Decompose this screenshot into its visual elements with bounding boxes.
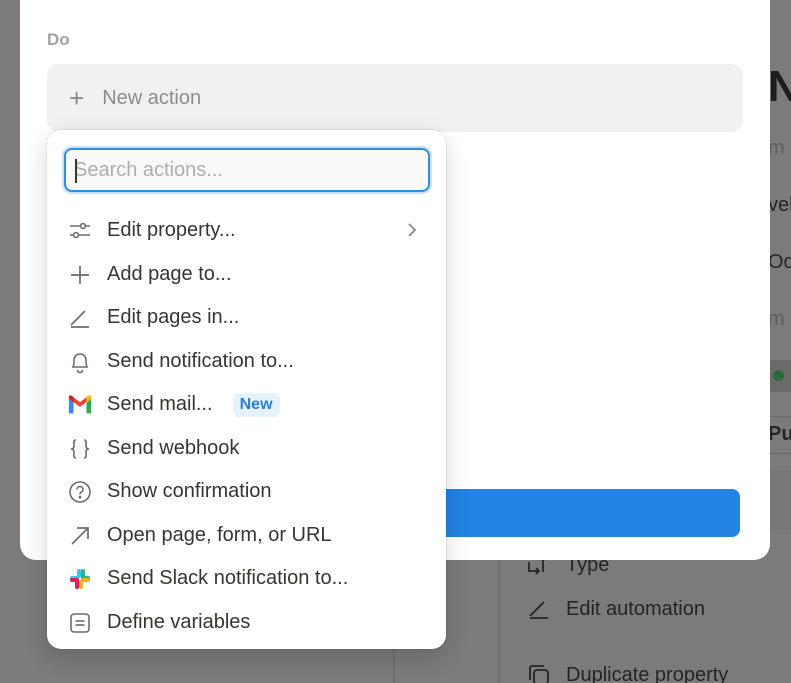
menu-item-show-confirmation[interactable]: Show confirmation bbox=[47, 470, 446, 513]
slack-icon bbox=[67, 566, 93, 592]
background-menu-item-edit-automation: Edit automation bbox=[526, 596, 705, 622]
variables-icon bbox=[67, 610, 93, 636]
background-snippet: m bbox=[768, 137, 785, 159]
new-action-label: New action bbox=[102, 86, 202, 109]
new-action-button[interactable]: + New action bbox=[47, 64, 743, 132]
edit-icon bbox=[526, 596, 552, 622]
background-snippet: veb bbox=[768, 194, 791, 216]
new-badge: New bbox=[232, 392, 280, 417]
section-label-do: Do bbox=[47, 30, 70, 49]
menu-item-send-webhook[interactable]: Send webhook bbox=[47, 427, 446, 470]
menu-item-label: Send mail... bbox=[107, 393, 213, 415]
background-snippet: Oct bbox=[768, 251, 791, 273]
braces-icon bbox=[67, 436, 93, 462]
menu-item-open-page[interactable]: Open page, form, or URL bbox=[47, 514, 446, 557]
menu-item-edit-pages[interactable]: Edit pages in... bbox=[47, 296, 446, 339]
actions-menu: Edit property... Add page to... Edit pag… bbox=[47, 130, 446, 649]
menu-item-label: Send notification to... bbox=[107, 350, 294, 372]
menu-item-label: Send webhook bbox=[107, 437, 240, 459]
background-snippet: Pu bbox=[768, 423, 791, 445]
sliders-icon bbox=[67, 218, 93, 244]
bell-icon bbox=[67, 349, 93, 375]
gmail-icon bbox=[67, 392, 93, 418]
search-actions-input[interactable] bbox=[74, 150, 428, 190]
menu-item-label: Send Slack notification to... bbox=[107, 567, 349, 589]
edit-icon bbox=[67, 305, 93, 331]
duplicate-icon bbox=[526, 662, 552, 683]
menu-item-label: Open page, form, or URL bbox=[107, 524, 332, 546]
background-menu-label: Edit automation bbox=[566, 597, 705, 620]
menu-item-label: Edit pages in... bbox=[107, 306, 240, 328]
question-circle-icon bbox=[67, 479, 93, 505]
chevron-right-icon bbox=[402, 220, 422, 240]
status-dot-icon bbox=[773, 370, 784, 381]
menu-item-send-mail[interactable]: Send mail... New bbox=[47, 383, 446, 426]
plus-icon bbox=[67, 262, 93, 288]
background-menu-label: Duplicate property bbox=[566, 663, 729, 683]
menu-item-label: Edit property... bbox=[107, 219, 236, 241]
text-caret bbox=[75, 159, 77, 183]
menu-item-label: Add page to... bbox=[107, 263, 232, 285]
primary-button[interactable] bbox=[430, 489, 740, 537]
menu-item-label: Show confirmation bbox=[107, 480, 272, 502]
background-snippet: m bbox=[768, 308, 785, 330]
background-menu-item-duplicate: Duplicate property bbox=[526, 662, 728, 683]
menu-item-define-variables[interactable]: Define variables bbox=[47, 601, 446, 644]
menu-item-send-notification[interactable]: Send notification to... bbox=[47, 340, 446, 383]
background-divider bbox=[498, 540, 500, 683]
menu-item-edit-property[interactable]: Edit property... bbox=[47, 209, 446, 252]
search-box[interactable] bbox=[64, 148, 430, 192]
menu-item-send-slack[interactable]: Send Slack notification to... bbox=[47, 557, 446, 600]
menu-item-label: Define variables bbox=[107, 611, 251, 633]
menu-item-add-page[interactable]: Add page to... bbox=[47, 253, 446, 296]
background-page-title: N bbox=[768, 62, 791, 111]
arrow-up-right-icon bbox=[67, 523, 93, 549]
plus-icon: + bbox=[69, 83, 85, 113]
